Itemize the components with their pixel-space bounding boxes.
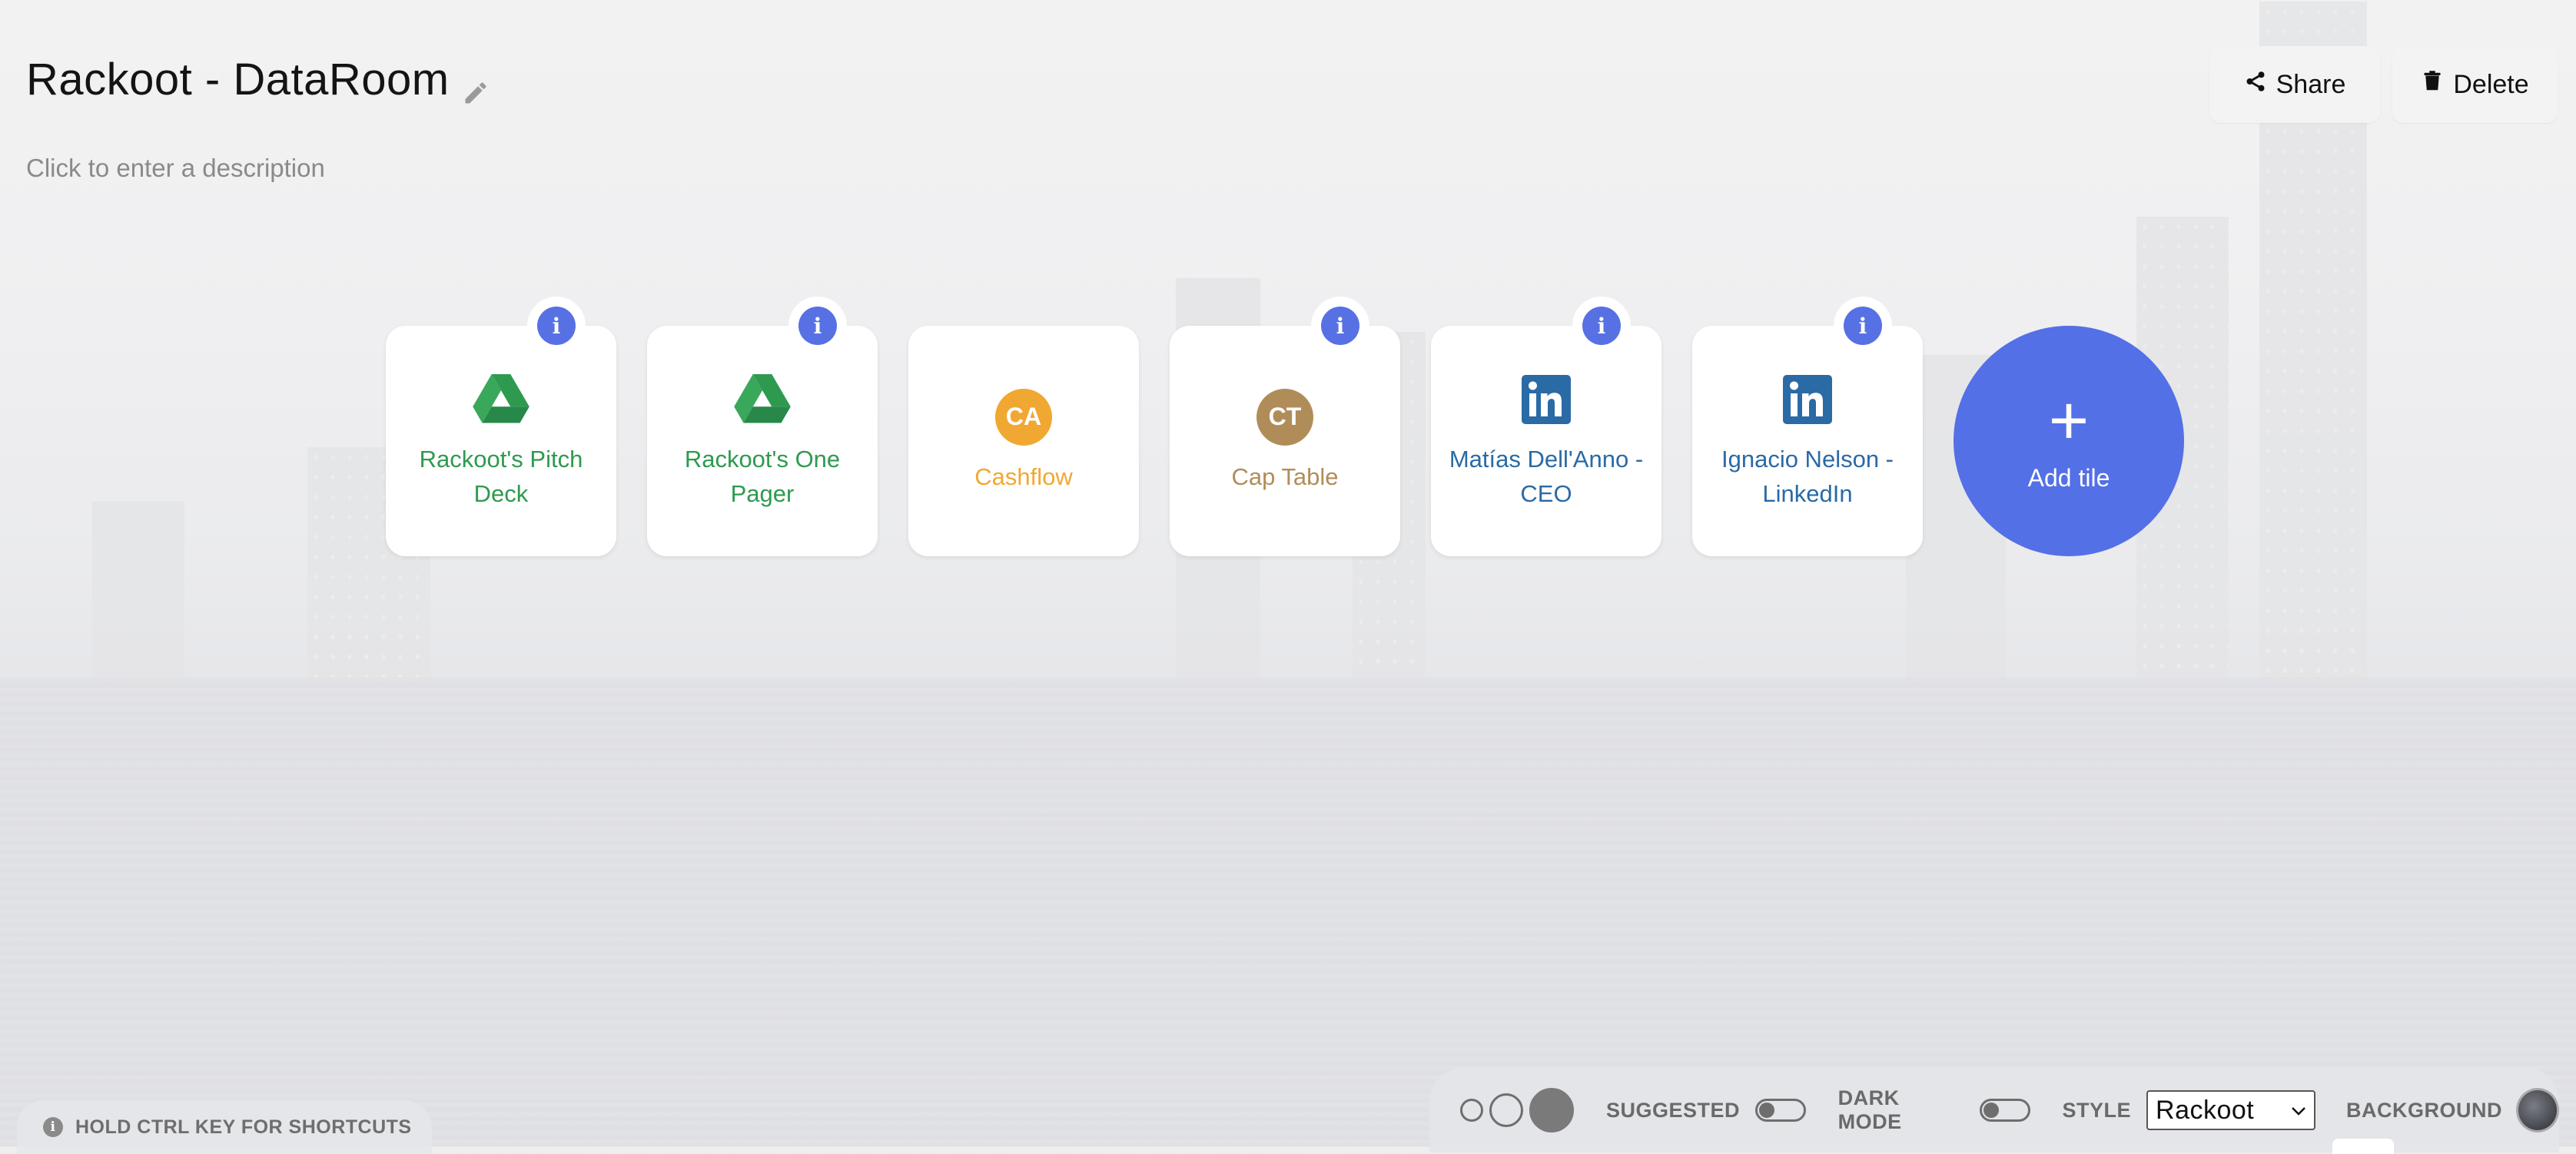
linkedin-icon — [1518, 371, 1575, 428]
page-title[interactable]: Rackoot - DataRoom — [26, 54, 490, 105]
tile-label: Ignacio Nelson - LinkedIn — [1721, 446, 1894, 507]
tile-one-pager[interactable]: i Rackoot's One Pager — [647, 297, 878, 556]
background-image — [0, 0, 2576, 1146]
description-field[interactable]: Click to enter a description — [26, 154, 325, 183]
tile-label: Cashflow — [974, 463, 1073, 490]
google-drive-icon — [734, 371, 791, 428]
initials-text: CA — [995, 388, 1052, 446]
tile-info-button[interactable]: i — [1311, 297, 1369, 355]
initials-text: CT — [1256, 388, 1313, 446]
tile-pitch-deck[interactable]: i Rackoot's Pitch Deck — [386, 297, 616, 556]
initials-avatar: CA — [995, 388, 1052, 446]
tile-label: Matías Dell'Anno - CEO — [1449, 446, 1644, 507]
tile-info-button[interactable]: i — [1572, 297, 1631, 355]
background-label: BACKGROUND — [2346, 1098, 2503, 1122]
tile-label: Cap Table — [1231, 463, 1339, 490]
tiles-row: i Rackoot's Pitch Deck i Rackoot's One P… — [386, 297, 2184, 556]
google-drive-icon — [473, 371, 529, 428]
style-select[interactable]: Rackoot — [2146, 1090, 2316, 1130]
tile-cashflow[interactable]: CA Cashflow — [908, 326, 1139, 556]
tile-ignacio-linkedin[interactable]: i Ignacio Nelson - LinkedIn — [1692, 297, 1923, 556]
add-tile-button[interactable]: + Add tile — [1954, 326, 2184, 556]
tile-info-button[interactable]: i — [1834, 297, 1892, 355]
style-label: STYLE — [2062, 1098, 2132, 1122]
info-icon: i — [1321, 307, 1359, 345]
info-icon: i — [43, 1117, 63, 1137]
tile-matias-linkedin[interactable]: i Matías Dell'Anno - CEO — [1431, 297, 1661, 556]
delete-label: Delete — [2453, 69, 2529, 99]
plus-icon: + — [2048, 382, 2090, 459]
share-button[interactable]: Share — [2209, 46, 2380, 123]
tile-info-button[interactable]: i — [527, 297, 586, 355]
suggested-label: SUGGESTED — [1606, 1098, 1741, 1122]
style-select-value: Rackoot — [2156, 1095, 2255, 1125]
tile-cap-table[interactable]: i CT Cap Table — [1170, 297, 1400, 556]
tile-size-small[interactable] — [1460, 1099, 1483, 1122]
delete-button[interactable]: Delete — [2392, 46, 2558, 123]
tile-label: Rackoot's Pitch Deck — [419, 446, 583, 507]
info-icon: i — [1844, 307, 1882, 345]
tile-size-selector — [1460, 1088, 1574, 1132]
dark-mode-label: DARK MODE — [1837, 1086, 1902, 1133]
share-icon — [2244, 70, 2267, 100]
tile-size-medium[interactable] — [1489, 1093, 1523, 1127]
dark-mode-toggle[interactable] — [1979, 1099, 2030, 1122]
info-icon: i — [798, 307, 837, 345]
trash-icon — [2421, 70, 2444, 100]
pencil-icon[interactable] — [462, 66, 490, 103]
background-popup-edge — [2332, 1139, 2394, 1154]
add-tile-label: Add tile — [2027, 463, 2110, 492]
initials-avatar: CT — [1256, 388, 1313, 446]
background-thumbnail[interactable] — [2516, 1088, 2559, 1132]
suggested-toggle[interactable] — [1755, 1099, 1806, 1122]
shortcuts-hint-text: HOLD CTRL KEY FOR SHORTCUTS — [75, 1116, 412, 1138]
share-label: Share — [2276, 69, 2346, 99]
info-icon: i — [537, 307, 576, 345]
tile-info-button[interactable]: i — [788, 297, 847, 355]
chevron-down-icon — [2291, 1100, 2306, 1120]
tile-label: Rackoot's One Pager — [684, 446, 841, 507]
info-icon: i — [1582, 307, 1621, 345]
linkedin-icon — [1779, 371, 1836, 428]
tile-size-large[interactable] — [1529, 1088, 1574, 1132]
page-title-text[interactable]: Rackoot - DataRoom — [26, 54, 450, 105]
